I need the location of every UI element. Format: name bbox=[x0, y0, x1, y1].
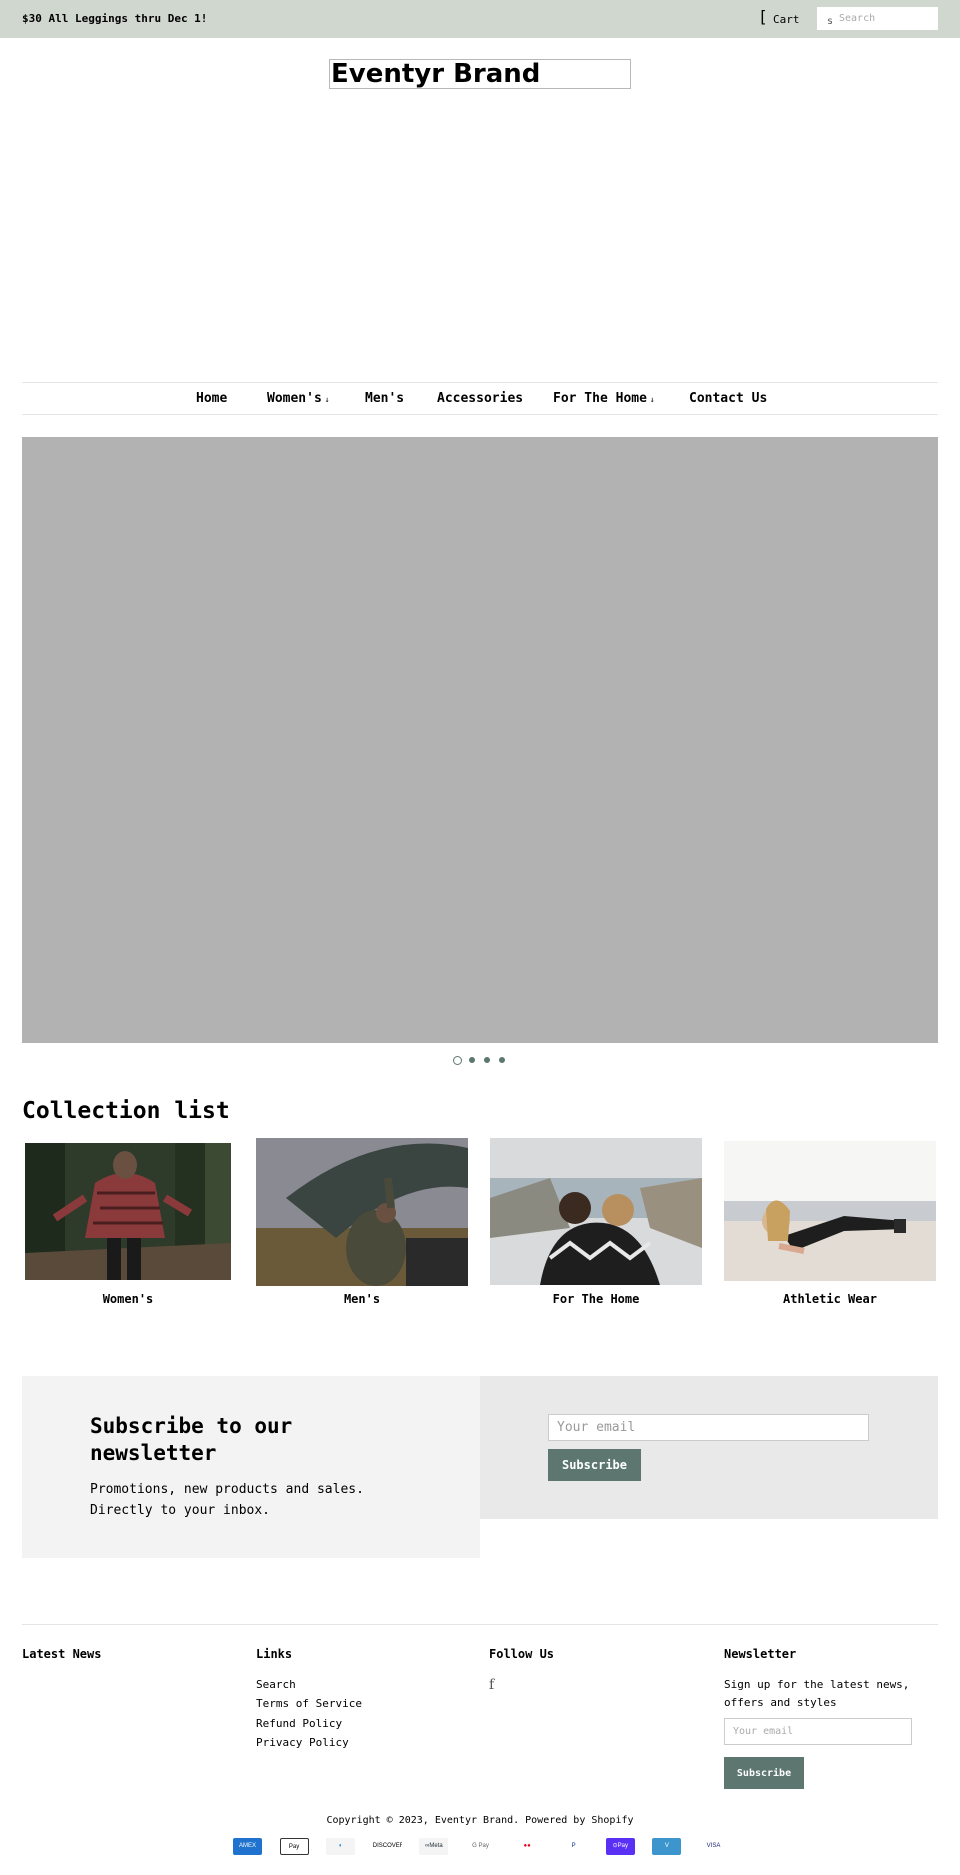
collection-list-title: Collection list bbox=[22, 1098, 230, 1124]
collection-name-mens[interactable]: Men's bbox=[256, 1292, 468, 1306]
footer-link-refund-policy[interactable]: Refund Policy bbox=[256, 1717, 342, 1730]
shop-pay-icon: ⊙Pay bbox=[605, 1838, 635, 1855]
newsletter-subscribe-button[interactable]: Subscribe bbox=[548, 1449, 641, 1481]
cart-label: Cart bbox=[773, 13, 800, 26]
apple-pay-icon: Pay bbox=[279, 1838, 309, 1855]
nav-item-home[interactable]: Home bbox=[196, 391, 227, 406]
nav-item-label: Women's bbox=[267, 391, 322, 406]
nav-item-accessories[interactable]: Accessories bbox=[437, 391, 523, 406]
nav-item-womens[interactable]: Women's ↓ bbox=[267, 391, 330, 406]
hero-slideshow[interactable] bbox=[22, 437, 938, 1043]
dropdown-arrow-icon: ↓ bbox=[649, 395, 655, 404]
footer-heading-latest-news: Latest News bbox=[22, 1647, 102, 1661]
woman-forest-image bbox=[25, 1143, 231, 1280]
slide-dot-3[interactable] bbox=[484, 1057, 490, 1063]
announcement-text: $30 All Leggings thru Dec 1! bbox=[22, 12, 208, 25]
slide-dot-4[interactable] bbox=[499, 1057, 505, 1063]
collection-image-womens[interactable] bbox=[25, 1143, 231, 1280]
search-box[interactable]: s bbox=[817, 7, 938, 30]
collection-image-athletic-wear[interactable] bbox=[724, 1141, 936, 1281]
nav-item-label: Contact Us bbox=[689, 391, 768, 406]
newsletter-text-panel bbox=[22, 1376, 480, 1558]
mastercard-icon: ●● bbox=[512, 1838, 542, 1855]
nav-item-label: For The Home bbox=[553, 391, 647, 406]
facebook-icon[interactable]: f bbox=[489, 1677, 494, 1693]
newsletter-form-panel bbox=[480, 1376, 938, 1519]
site-logo[interactable]: Eventyr Brand bbox=[329, 59, 631, 89]
collection-name-athletic-wear[interactable]: Athletic Wear bbox=[724, 1292, 936, 1306]
nav-item-label: Home bbox=[196, 391, 228, 406]
meta-pay-icon: ∞Meta bbox=[419, 1838, 449, 1855]
nav-item-contact-us[interactable]: Contact Us bbox=[689, 391, 767, 406]
google-pay-icon: G Pay bbox=[466, 1838, 495, 1855]
dropdown-arrow-icon: ↓ bbox=[324, 395, 330, 404]
newsletter-email-input[interactable] bbox=[548, 1414, 869, 1441]
nav-item-mens[interactable]: Men's bbox=[365, 391, 404, 406]
footer-heading-newsletter: Newsletter bbox=[724, 1647, 797, 1661]
collection-name-womens[interactable]: Women's bbox=[25, 1292, 231, 1306]
american-express-icon: AMEX bbox=[233, 1838, 262, 1855]
couple-blanket-image bbox=[490, 1138, 702, 1285]
footer-email-input[interactable] bbox=[724, 1718, 912, 1745]
woman-plank-image bbox=[724, 1141, 936, 1281]
discover-icon: DISCOVER bbox=[372, 1838, 402, 1855]
announcement-bar: $30 All Leggings thru Dec 1! [ Cart s bbox=[0, 0, 960, 38]
slide-dot-2[interactable] bbox=[469, 1057, 475, 1063]
nav-item-label: Men's bbox=[365, 391, 405, 406]
paypal-icon: P bbox=[559, 1838, 589, 1855]
visa-icon: VISA bbox=[699, 1838, 728, 1855]
search-input[interactable] bbox=[839, 10, 931, 26]
footer-link-privacy-policy[interactable]: Privacy Policy bbox=[256, 1736, 349, 1749]
venmo-icon: V bbox=[652, 1838, 682, 1855]
cart-icon: [ bbox=[758, 7, 768, 26]
copyright-text: Copyright © 2023, Eventyr Brand. Powered… bbox=[326, 1815, 634, 1826]
collection-image-for-the-home[interactable] bbox=[490, 1138, 702, 1285]
search-icon[interactable]: s bbox=[827, 16, 833, 27]
newsletter-description: Promotions, new products and sales. Dire… bbox=[90, 1482, 364, 1518]
main-nav: Home Women's ↓ Men's Accessories For The … bbox=[22, 382, 938, 415]
slide-dot-1[interactable] bbox=[453, 1056, 462, 1065]
man-tent-image bbox=[256, 1138, 468, 1286]
footer-divider bbox=[22, 1624, 938, 1625]
newsletter-title: Subscribe to our newsletter bbox=[90, 1414, 293, 1465]
collection-image-mens[interactable] bbox=[256, 1138, 468, 1286]
footer-newsletter-text: Sign up for the latest news, offers and … bbox=[724, 1678, 910, 1709]
nav-item-label: Accessories bbox=[437, 391, 524, 406]
footer-subscribe-button[interactable]: Subscribe bbox=[724, 1757, 804, 1789]
footer-heading-follow-us: Follow Us bbox=[489, 1647, 555, 1661]
footer-link-terms-of-service[interactable]: Terms of Service bbox=[256, 1697, 362, 1710]
nav-item-for-the-home[interactable]: For The Home ↓ bbox=[553, 391, 655, 406]
footer-link-search[interactable]: Search bbox=[256, 1678, 296, 1691]
collection-name-for-the-home[interactable]: For The Home bbox=[490, 1292, 702, 1306]
diners-club-icon: ◐ bbox=[326, 1838, 356, 1855]
footer-heading-links: Links bbox=[256, 1647, 293, 1661]
